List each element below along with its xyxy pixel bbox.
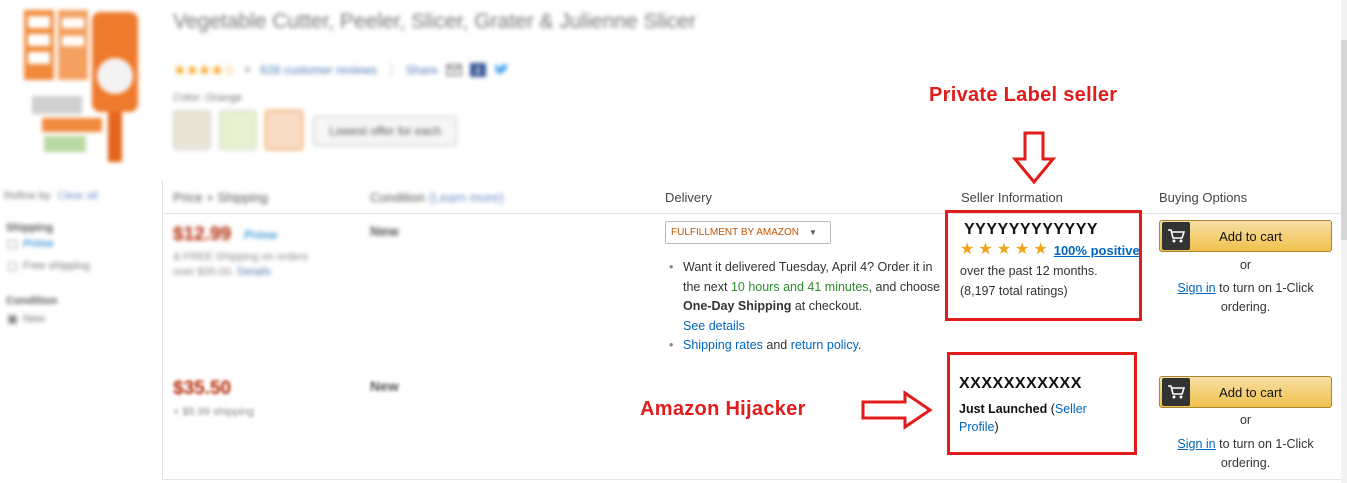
- swatch-1[interactable]: [173, 110, 211, 150]
- cart-icon: [1162, 222, 1190, 250]
- cart-icon: [1162, 378, 1190, 406]
- twitter-icon[interactable]: [494, 63, 510, 77]
- hijacker-annotation: Amazon Hijacker: [640, 398, 806, 420]
- checkbox[interactable]: [8, 239, 17, 249]
- learn-more-link[interactable]: (Learn more): [429, 190, 504, 205]
- signin-text: to turn on 1-Click ordering.: [1215, 281, 1314, 314]
- condition-header-label: Condition: [370, 190, 425, 205]
- free-shipping-label: Free shipping: [23, 260, 90, 272]
- email-icon[interactable]: [446, 63, 462, 77]
- add-to-cart-label: Add to cart: [1219, 228, 1282, 244]
- shipping-line-2: over $35.00.: [173, 266, 235, 278]
- share-label: Share: [405, 63, 438, 77]
- one-click-signin: Sign in to turn on 1-Click ordering.: [1159, 435, 1332, 473]
- filter-prime[interactable]: Prime: [8, 238, 54, 250]
- fulfillment-dropdown[interactable]: FULFILLMENT BY AMAZON ▼: [665, 221, 831, 244]
- private-label-highlight: [945, 210, 1142, 321]
- prime-badge: Prime: [244, 228, 278, 242]
- private-label-annotation: Private Label seller: [929, 84, 1118, 106]
- delivery-countdown: 10 hours and 41 minutes: [730, 279, 869, 294]
- rating-stars[interactable]: ★★★★☆: [173, 61, 236, 79]
- conjunction: and: [762, 338, 791, 352]
- col-price: Price + Shipping: [173, 190, 269, 205]
- col-condition: Condition (Learn more): [370, 190, 504, 205]
- col-buying: Buying Options: [1159, 190, 1248, 205]
- new-label: New: [23, 313, 46, 325]
- col-seller: Seller Information: [961, 190, 1063, 205]
- scrollbar[interactable]: [1341, 0, 1347, 483]
- signin-link[interactable]: Sign in: [1177, 281, 1215, 295]
- prime-label: Prime: [23, 238, 54, 250]
- condition-heading: Condition: [6, 295, 58, 307]
- details-link[interactable]: Details: [237, 266, 271, 278]
- col-delivery: Delivery: [665, 190, 712, 205]
- add-to-cart-label: Add to cart: [1219, 384, 1282, 400]
- offer-condition: New: [370, 223, 399, 239]
- filter-new[interactable]: New: [8, 313, 45, 325]
- offer-price: $35.50: [173, 378, 232, 399]
- lowest-offer-button[interactable]: Lowest offer for each: [313, 116, 457, 146]
- one-day-shipping: One-Day Shipping: [683, 299, 792, 313]
- or-text: or: [1239, 258, 1252, 272]
- shipping-note: + $5.99 shipping: [173, 406, 255, 418]
- offer-condition: New: [370, 378, 399, 394]
- swatch-orange[interactable]: [265, 110, 303, 150]
- chevron-down-icon[interactable]: ▼: [243, 65, 252, 75]
- add-to-cart-button[interactable]: Add to cart: [1159, 220, 1332, 252]
- filter-free-shipping[interactable]: Free shipping: [8, 260, 90, 272]
- divider: [390, 63, 392, 77]
- shipping-heading: Shipping: [6, 222, 54, 234]
- product-image[interactable]: [22, 6, 142, 166]
- delivery-text: , and choose: [868, 279, 941, 294]
- hijacker-highlight: [947, 352, 1137, 455]
- chevron-down-icon: ▼: [809, 228, 817, 237]
- svg-text:f: f: [476, 66, 480, 77]
- checkbox-checked[interactable]: [8, 314, 17, 324]
- table-bottom-divider: [162, 479, 1342, 480]
- one-click-signin: Sign in to turn on 1-Click ordering.: [1159, 279, 1332, 317]
- rating-row: ★★★★☆ ▼ 628 customer reviews Share f: [173, 60, 510, 80]
- clear-all-link[interactable]: Clear all: [58, 190, 98, 202]
- return-policy-link[interactable]: return policy: [791, 338, 858, 352]
- facebook-icon[interactable]: f: [469, 63, 486, 77]
- shipping-rates-link[interactable]: Shipping rates: [683, 338, 763, 352]
- shipping-line: & FREE Shipping on orders: [173, 251, 309, 263]
- color-label: Color: Orange: [173, 92, 243, 104]
- or-text: or: [1239, 413, 1252, 427]
- period: .: [857, 338, 862, 352]
- delivery-promise: Want it delivered Tuesday, April 4? Orde…: [668, 258, 943, 336]
- reviews-link[interactable]: 628 customer reviews: [260, 63, 377, 77]
- arrow-right-icon: [861, 390, 933, 430]
- delivery-info: Want it delivered Tuesday, April 4? Orde…: [668, 258, 943, 356]
- refine-label: Refine by: [4, 190, 51, 202]
- arrow-down-icon: [1012, 131, 1056, 185]
- swatch-2[interactable]: [219, 110, 257, 150]
- add-to-cart-button[interactable]: Add to cart: [1159, 376, 1332, 408]
- shipping-links: Shipping rates and return policy.: [668, 336, 943, 356]
- signin-text: to turn on 1-Click ordering.: [1215, 437, 1314, 470]
- product-title: Vegetable Cutter, Peeler, Slicer, Grater…: [173, 10, 696, 33]
- header-divider: [162, 213, 1342, 214]
- checkbox[interactable]: [8, 261, 17, 271]
- signin-link[interactable]: Sign in: [1177, 437, 1215, 451]
- see-details-link[interactable]: See details: [683, 319, 745, 333]
- fulfillment-label: FULFILLMENT BY AMAZON: [671, 227, 799, 238]
- scrollbar-thumb[interactable]: [1341, 40, 1347, 240]
- refine-heading: Refine by Clear all: [4, 190, 98, 202]
- shipping-note: & FREE Shipping on orders over $35.00. D…: [173, 250, 308, 280]
- offer-price: $12.99: [173, 224, 232, 245]
- delivery-text: at checkout.: [791, 299, 863, 313]
